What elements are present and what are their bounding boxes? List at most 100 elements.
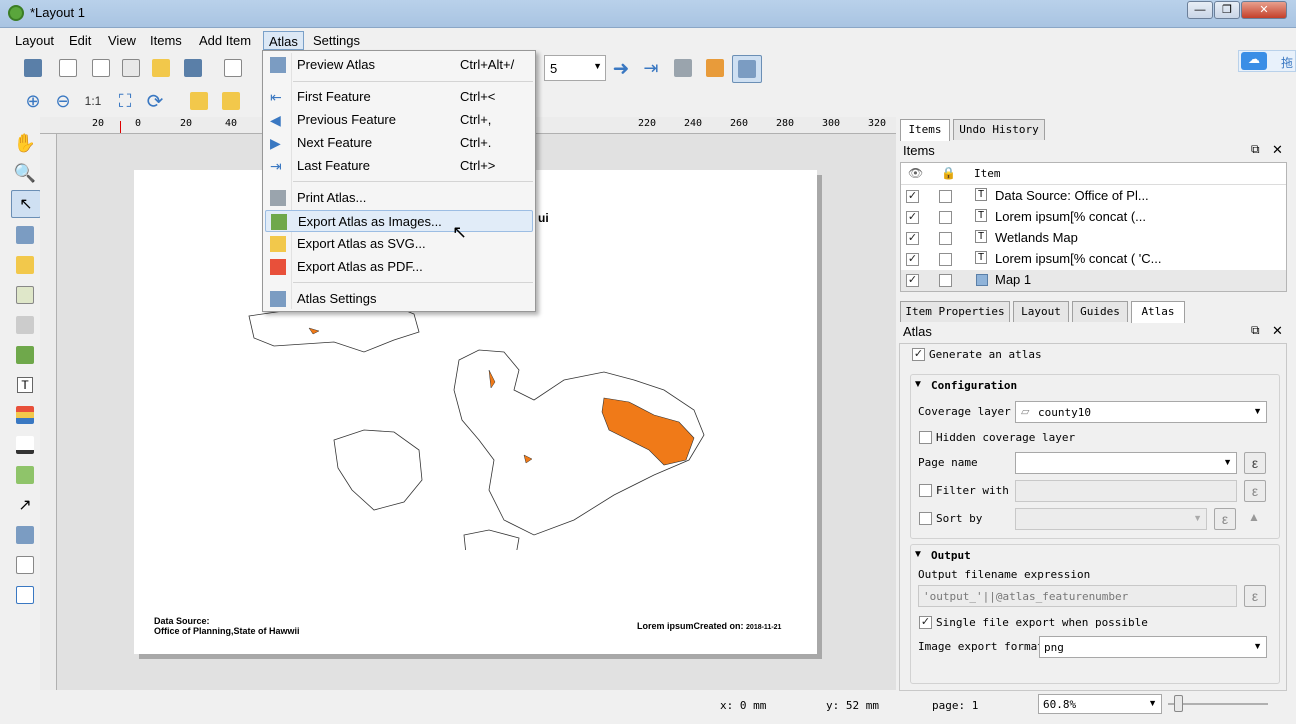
- add-picture-tool[interactable]: [12, 342, 38, 368]
- close-button[interactable]: ✕: [1241, 1, 1287, 19]
- generate-atlas-checkbox[interactable]: [912, 348, 925, 361]
- zoom-slider-handle[interactable]: [1174, 695, 1183, 712]
- print-atlas-button[interactable]: [670, 55, 696, 81]
- export-atlas-button[interactable]: [702, 55, 728, 81]
- page-name-expression-button[interactable]: ε: [1244, 452, 1266, 474]
- menu-items[interactable]: Items: [145, 31, 187, 50]
- menu-item-export-atlas-svg[interactable]: Export Atlas as SVG...: [265, 233, 533, 255]
- save-layout-button[interactable]: [20, 55, 46, 81]
- atlas-page-selector[interactable]: 5 ▼: [544, 55, 606, 81]
- zoom-out-button[interactable]: ⊖: [50, 88, 76, 114]
- lock-checkbox[interactable]: [939, 253, 952, 266]
- coverage-layer-select[interactable]: ▱ county10 ▼: [1015, 401, 1267, 423]
- filter-with-checkbox[interactable]: [919, 484, 932, 497]
- collapse-arrow-icon[interactable]: ▼: [913, 379, 923, 390]
- move-content-tool[interactable]: [12, 222, 38, 248]
- float-panel-icon[interactable]: ⧉: [1251, 142, 1260, 157]
- menu-item-next-feature[interactable]: ▶ Next Feature Ctrl+.: [265, 132, 533, 154]
- hidden-coverage-checkbox[interactable]: [919, 431, 932, 444]
- lock-checkbox[interactable]: [939, 274, 952, 287]
- zoom-full-button[interactable]: ⛶: [112, 88, 138, 114]
- add-label-tool[interactable]: T: [12, 372, 38, 398]
- zoom-select[interactable]: 60.8% ▼: [1038, 694, 1162, 714]
- menu-item-atlas-settings[interactable]: Atlas Settings: [265, 288, 533, 310]
- menu-edit[interactable]: Edit: [64, 31, 96, 50]
- items-row[interactable]: T Data Source: Office of Pl...: [901, 186, 1286, 207]
- menu-layout[interactable]: Layout: [10, 31, 59, 50]
- visible-checkbox[interactable]: [906, 211, 919, 224]
- visible-checkbox[interactable]: [906, 190, 919, 203]
- menu-item-previous-feature[interactable]: ◀ Previous Feature Ctrl+,: [265, 109, 533, 131]
- items-row[interactable]: T Lorem ipsum[% concat ( 'C...: [901, 249, 1286, 270]
- sort-expression-button[interactable]: ε: [1214, 508, 1236, 530]
- items-row[interactable]: T Wetlands Map: [901, 228, 1286, 249]
- atlas-settings-button[interactable]: [732, 55, 762, 83]
- sort-by-checkbox[interactable]: [919, 512, 932, 525]
- cloud-drive-badge[interactable]: ☁ 拖: [1238, 50, 1296, 72]
- add-scalebar-tool[interactable]: [12, 432, 38, 458]
- close-panel-icon[interactable]: ✕: [1272, 142, 1283, 158]
- menu-item-first-feature[interactable]: ⇤ First Feature Ctrl+<: [265, 86, 533, 108]
- add-html-tool[interactable]: [12, 552, 38, 578]
- add-arrow-tool[interactable]: ↗: [12, 492, 38, 518]
- map-item[interactable]: [234, 280, 714, 550]
- tab-layout[interactable]: Layout: [1013, 301, 1069, 322]
- items-row[interactable]: Map 1: [901, 270, 1286, 291]
- menu-item-export-atlas-pdf[interactable]: Export Atlas as PDF...: [265, 256, 533, 278]
- save-template-button[interactable]: [180, 55, 206, 81]
- menu-view[interactable]: View: [103, 31, 141, 50]
- next-feature-button[interactable]: ➜: [608, 55, 634, 81]
- add-3d-map-tool[interactable]: [12, 312, 38, 338]
- zoom-slider-track[interactable]: [1168, 703, 1268, 705]
- new-layout-button[interactable]: [55, 55, 81, 81]
- duplicate-layout-button[interactable]: [88, 55, 114, 81]
- menu-add-item[interactable]: Add Item: [194, 31, 256, 50]
- page-setup-button[interactable]: [220, 55, 246, 81]
- unlock-items-button[interactable]: [218, 88, 244, 114]
- select-tool[interactable]: ↖: [11, 190, 41, 218]
- menu-item-preview-atlas[interactable]: Preview Atlas Ctrl+Alt+/: [265, 54, 533, 76]
- visible-checkbox[interactable]: [906, 253, 919, 266]
- single-file-export-checkbox[interactable]: [919, 616, 932, 629]
- image-format-select[interactable]: png ▼: [1039, 636, 1267, 658]
- filter-expression-button[interactable]: ε: [1244, 480, 1266, 502]
- menu-settings[interactable]: Settings: [308, 31, 365, 50]
- filter-expression-field[interactable]: [1015, 480, 1237, 502]
- menu-atlas[interactable]: Atlas: [263, 31, 304, 50]
- open-template-button[interactable]: [148, 55, 174, 81]
- lock-checkbox[interactable]: [939, 211, 952, 224]
- lock-checkbox[interactable]: [939, 190, 952, 203]
- pan-tool[interactable]: ✋: [12, 130, 38, 156]
- float-panel-icon[interactable]: ⧉: [1251, 323, 1260, 338]
- lock-items-button[interactable]: [186, 88, 212, 114]
- sort-by-select[interactable]: ▼: [1015, 508, 1207, 530]
- output-expression-button[interactable]: ε: [1244, 585, 1266, 607]
- tab-item-properties[interactable]: Item Properties: [900, 301, 1010, 322]
- tab-guides[interactable]: Guides: [1072, 301, 1128, 322]
- last-feature-button[interactable]: ⇥: [638, 55, 664, 81]
- items-row[interactable]: T Lorem ipsum[% concat (...: [901, 207, 1286, 228]
- add-map-tool[interactable]: [12, 282, 38, 308]
- output-filename-field[interactable]: 'output_'||@atlas_featurenumber: [918, 585, 1237, 607]
- menu-item-export-atlas-images[interactable]: Export Atlas as Images...: [265, 210, 533, 232]
- sort-ascending-icon[interactable]: ▲: [1248, 510, 1260, 524]
- visible-checkbox[interactable]: [906, 274, 919, 287]
- tab-items[interactable]: Items: [900, 119, 950, 141]
- add-legend-tool[interactable]: [12, 402, 38, 428]
- edit-nodes-tool[interactable]: [12, 252, 38, 278]
- zoom-in-button[interactable]: ⊕: [20, 88, 46, 114]
- layout-manager-button[interactable]: [118, 55, 144, 81]
- lock-checkbox[interactable]: [939, 232, 952, 245]
- add-shape-tool[interactable]: [12, 462, 38, 488]
- add-node-item-tool[interactable]: [12, 522, 38, 548]
- refresh-button[interactable]: ⟳: [142, 88, 168, 114]
- page-name-select[interactable]: ▼: [1015, 452, 1237, 474]
- close-panel-icon[interactable]: ✕: [1272, 323, 1283, 339]
- minimize-button[interactable]: —: [1187, 1, 1213, 19]
- zoom-tool[interactable]: 🔍: [12, 160, 38, 186]
- maximize-button[interactable]: ❐: [1214, 1, 1240, 19]
- zoom-actual-button[interactable]: 1:1: [80, 88, 106, 114]
- menu-item-print-atlas[interactable]: Print Atlas...: [265, 187, 533, 209]
- visible-checkbox[interactable]: [906, 232, 919, 245]
- tab-undo-history[interactable]: Undo History: [953, 119, 1045, 140]
